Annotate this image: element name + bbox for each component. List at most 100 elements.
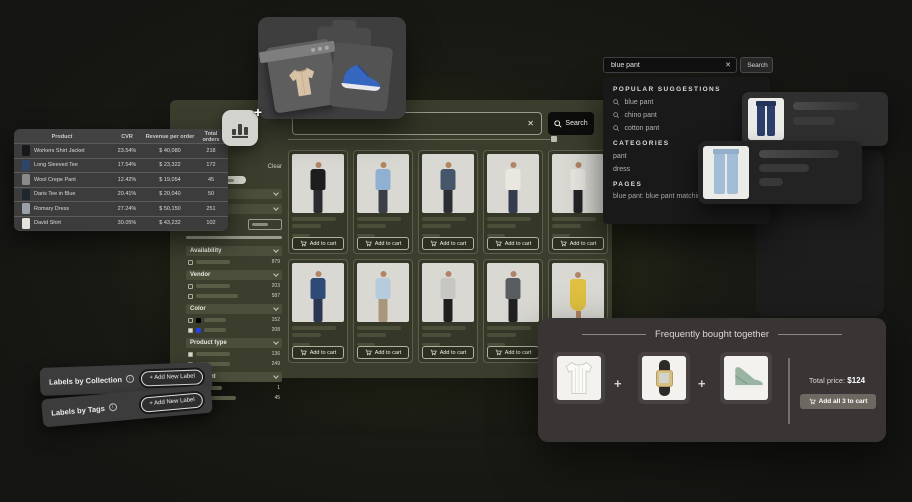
add-to-cart-label: Add to cart (570, 241, 597, 247)
product-card[interactable]: Add to cart (418, 259, 478, 363)
checkbox[interactable] (188, 294, 193, 299)
chevron-down-icon (273, 247, 279, 253)
watch-photo (642, 356, 686, 400)
skeleton-title (422, 326, 466, 330)
fbt-product-card[interactable] (638, 352, 690, 404)
orders-value: 218 (196, 148, 226, 154)
fbt-product-card[interactable] (553, 352, 605, 404)
filter-section-title: Product type (190, 340, 227, 346)
add-new-label-button[interactable]: + Add New Label (141, 369, 203, 386)
product-card[interactable]: Add to cart (288, 150, 348, 254)
filter-count: 45 (274, 395, 280, 401)
add-to-cart-button[interactable]: Add to cart (552, 237, 604, 250)
autocomplete-search-button[interactable]: Search (740, 57, 773, 73)
result-preview-card[interactable] (742, 92, 888, 146)
table-row[interactable]: David Shirt30.05%$ 43,232102 (14, 216, 228, 231)
table-row[interactable]: Workers Shirt Jacket23.54%$ 40,080218 (14, 143, 228, 158)
product-card[interactable]: Add to cart (418, 150, 478, 254)
table-row[interactable]: Romary Dress27.24%$ 50,150251 (14, 201, 228, 216)
product-card[interactable]: Add to cart (483, 259, 543, 363)
add-all-to-cart-button[interactable]: Add all 3 to cart (800, 394, 876, 409)
revenue-value: $ 23,322 (144, 162, 196, 168)
add-to-cart-button[interactable]: Add to cart (422, 346, 474, 359)
result-preview-card[interactable] (698, 141, 862, 204)
filter-option[interactable]: 587 (186, 292, 282, 300)
add-to-cart-label: Add to cart (505, 241, 532, 247)
filter-option[interactable]: 203 (186, 282, 282, 290)
skeleton-text (252, 223, 268, 226)
vertical-divider (788, 358, 790, 424)
filter-section-vendor[interactable]: Vendor (186, 270, 282, 280)
fbt-title: Frequently bought together (655, 329, 769, 340)
filter-option[interactable]: 152 (186, 316, 282, 324)
checkbox[interactable] (188, 260, 193, 265)
chevron-down-icon (273, 339, 279, 345)
revenue-value: $ 20,040 (144, 191, 196, 197)
clear-search-icon[interactable]: ✕ (725, 61, 731, 69)
product-card[interactable]: Add to cart (483, 150, 543, 254)
info-icon[interactable]: i (126, 375, 134, 383)
product-card[interactable]: Add to cart (353, 259, 413, 363)
add-to-cart-button[interactable]: Add to cart (292, 237, 344, 250)
fbt-product-card[interactable] (720, 352, 772, 404)
product-card[interactable]: Add to cart (353, 150, 413, 254)
price-range-slider[interactable] (186, 236, 282, 239)
checkbox-checked[interactable] (188, 352, 193, 357)
filter-count: 203 (272, 283, 280, 289)
filter-section-color[interactable]: Color (186, 304, 282, 314)
skeleton-title (552, 217, 596, 221)
checkbox[interactable] (188, 318, 193, 323)
suggestion-item[interactable]: blue pant (613, 99, 760, 106)
result-skeleton-text (759, 146, 839, 199)
storefront-search-button[interactable]: Search (548, 112, 594, 135)
checkbox[interactable] (188, 284, 193, 289)
storefront-search-input[interactable] (300, 118, 527, 129)
popular-suggestions-header: POPULAR SUGGESTIONS (613, 86, 760, 93)
suggestion-item[interactable]: chino pant (613, 112, 760, 119)
add-to-cart-button[interactable]: Add to cart (292, 346, 344, 359)
table-row[interactable]: Daris Tee in Blue20.41%$ 20,04050 (14, 187, 228, 202)
add-to-cart-label: Add to cart (310, 241, 337, 247)
table-row[interactable]: Wool Crepe Pant12.42%$ 19,05445 (14, 172, 228, 187)
column-cvr: CVR (110, 134, 144, 140)
add-to-cart-button[interactable]: Add to cart (487, 346, 539, 359)
product-card[interactable]: Add to cart (548, 150, 608, 254)
add-to-cart-button[interactable]: Add to cart (487, 237, 539, 250)
autocomplete-search-input[interactable] (609, 61, 725, 70)
skeleton-text (357, 333, 386, 337)
add-to-cart-label: Add to cart (375, 241, 402, 247)
filter-section-title: Vendor (190, 272, 210, 278)
add-new-label-button[interactable]: + Add New Label (141, 392, 204, 412)
divider-handle[interactable] (551, 136, 557, 142)
skeleton-text (292, 333, 321, 337)
product-name: David Shirt (34, 220, 61, 226)
price-input[interactable] (248, 219, 282, 230)
checkbox-checked[interactable] (188, 328, 193, 333)
clear-search-icon[interactable]: ✕ (527, 119, 534, 128)
search-icon (554, 120, 562, 128)
filter-count: 152 (272, 317, 280, 323)
orders-value: 102 (196, 220, 226, 226)
add-to-cart-label: Add to cart (440, 350, 467, 356)
add-to-cart-button[interactable]: Add to cart (357, 237, 409, 250)
info-icon[interactable]: i (108, 403, 117, 412)
filter-section-product-type[interactable]: Product type (186, 338, 282, 348)
suggestion-item[interactable]: cotton pant (613, 125, 760, 132)
product-name: Daris Tee in Blue (34, 191, 75, 197)
product-card[interactable]: Add to cart (288, 259, 348, 363)
table-row[interactable]: Long Sleeved Tee17.54%$ 23,322172 (14, 158, 228, 173)
column-product: Product (14, 134, 110, 140)
add-to-cart-button[interactable]: Add to cart (422, 237, 474, 250)
skeleton-title (292, 326, 336, 330)
cvr-value: 27.24% (110, 206, 144, 212)
add-to-cart-button[interactable]: Add to cart (357, 346, 409, 359)
filter-option[interactable]: 136 (186, 350, 282, 358)
filter-option[interactable]: 208 (186, 326, 282, 334)
bar-chart-icon (232, 124, 248, 138)
filter-option[interactable]: 879 (186, 258, 282, 266)
product-photo (552, 154, 604, 213)
suggestion-label: chino pant (625, 112, 657, 119)
fbt-title-row: Frequently bought together (538, 329, 886, 340)
autocomplete-search-bar[interactable]: ✕ (603, 57, 737, 73)
filter-section-availability[interactable]: Availability (186, 246, 282, 256)
